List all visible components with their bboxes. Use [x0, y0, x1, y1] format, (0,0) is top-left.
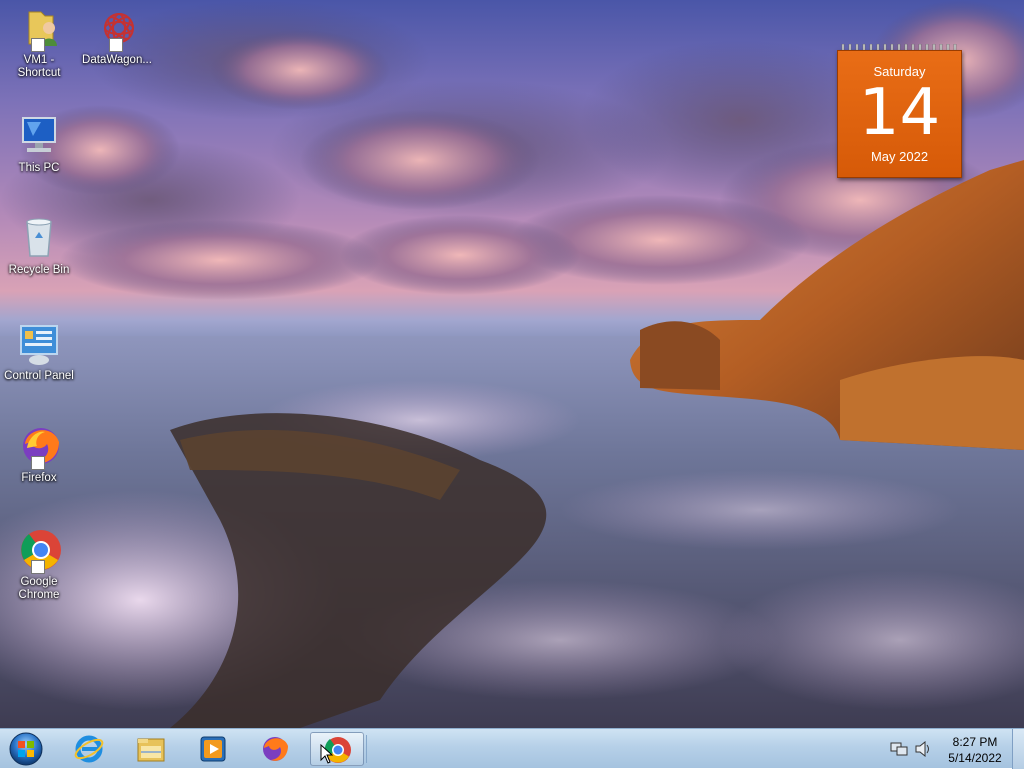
- taskbar-internet-explorer[interactable]: [62, 732, 116, 766]
- computer-icon: [15, 114, 63, 160]
- volume-icon[interactable]: [914, 741, 932, 757]
- taskbar-firefox[interactable]: [248, 732, 302, 766]
- desktop-icon-label: Firefox: [21, 472, 57, 484]
- taskbar: 8:27 PM 5/14/2022: [0, 728, 1024, 769]
- calendar-month-year: May 2022: [870, 149, 929, 164]
- internet-explorer-icon: [74, 735, 104, 763]
- desktop-icon-recycle-bin[interactable]: Recycle Bin: [0, 216, 78, 277]
- recycle-bin-icon: [15, 216, 63, 262]
- desktop-icon-this-pc[interactable]: This PC: [0, 114, 78, 175]
- firefox-icon: [263, 737, 288, 761]
- desktop-icon-google-chrome[interactable]: Google Chrome: [0, 528, 78, 602]
- media-player-icon: [200, 736, 226, 762]
- network-icon[interactable]: [890, 741, 908, 757]
- desktop-icon-label: Control Panel: [4, 370, 74, 382]
- shortcut-arrow-icon: [109, 38, 123, 52]
- desktop-icon-label: Recycle Bin: [8, 264, 70, 276]
- taskbar-file-explorer[interactable]: [124, 732, 178, 766]
- desktop-icon-label: VM1 -: [23, 54, 55, 66]
- datawagon-icon: [93, 6, 141, 52]
- taskbar-google-chrome[interactable]: [310, 732, 364, 766]
- show-desktop-button[interactable]: [1012, 729, 1024, 769]
- desktop-icon-label: DataWagon...: [82, 54, 152, 66]
- desktop-icon-label: Google: [20, 576, 58, 588]
- firefox-icon: [15, 424, 63, 470]
- shortcut-arrow-icon: [31, 38, 45, 52]
- calendar-page: Saturday 14 May 2022: [837, 50, 962, 178]
- desktop-icon-label: This PC: [18, 162, 60, 174]
- shortcut-arrow-icon: [31, 560, 45, 574]
- desktop-icon-control-panel[interactable]: Control Panel: [0, 322, 78, 383]
- taskbar-media-player[interactable]: [186, 732, 240, 766]
- clock-time: 8:27 PM: [952, 735, 998, 749]
- system-tray: [884, 733, 944, 765]
- windows-start-orb-icon: [9, 732, 43, 766]
- desktop-background: VM1 - Shortcut DataWagon... This PC Recy…: [0, 0, 1024, 728]
- clock-date: 5/14/2022: [948, 751, 1002, 765]
- chrome-icon: [15, 528, 63, 574]
- shortcut-arrow-icon: [31, 456, 45, 470]
- taskbar-separator: [366, 735, 367, 763]
- calendar-day-number: 14: [858, 76, 941, 150]
- desktop-icon-firefox[interactable]: Firefox: [0, 424, 78, 485]
- taskbar-clock[interactable]: 8:27 PM 5/14/2022: [940, 734, 1010, 766]
- desktop-icon-label: Shortcut: [17, 67, 61, 79]
- desktop-icon-datawagon[interactable]: DataWagon...: [78, 6, 156, 67]
- desktop-icon-label: Chrome: [18, 589, 60, 601]
- control-panel-icon: [15, 322, 63, 368]
- start-button[interactable]: [6, 731, 46, 767]
- calendar-gadget[interactable]: Saturday 14 May 2022: [837, 44, 962, 178]
- file-explorer-icon: [137, 738, 165, 762]
- desktop-icon-vm1-shortcut[interactable]: VM1 - Shortcut: [0, 6, 78, 80]
- mouse-cursor-icon: [320, 744, 334, 764]
- folder-user-icon: [15, 6, 63, 52]
